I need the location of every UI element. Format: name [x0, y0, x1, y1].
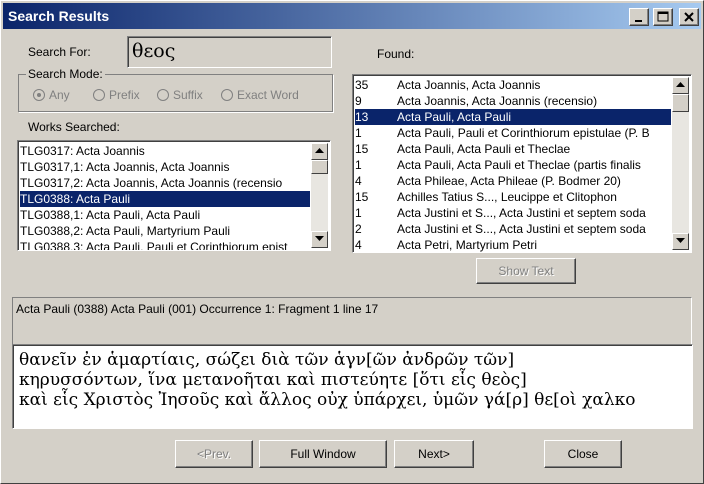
window-title: Search Results — [8, 8, 110, 24]
scroll-up-button[interactable] — [311, 143, 328, 160]
close-window-button[interactable] — [679, 8, 699, 26]
list-item[interactable]: 15 Achilles Tatius S..., Leucippe et Clit… — [355, 189, 671, 205]
works-searched-list[interactable]: TLG0317: Acta Joannis TLG0317,1: Acta Jo… — [17, 140, 331, 251]
list-item[interactable]: 9 Acta Joannis, Acta Joannis (recensio) — [355, 93, 671, 109]
list-item[interactable]: TLG0388,3: Acta Pauli, Pauli et Corinthi… — [20, 239, 310, 250]
list-item[interactable]: 2 Acta Justini et S..., Acta Justini et s… — [355, 221, 671, 237]
search-term-value: θεος — [132, 40, 176, 62]
scroll-thumb[interactable] — [311, 160, 328, 174]
list-item[interactable]: 4 Acta Petri, Martyrium Petri — [355, 237, 671, 252]
works-searched-label: Works Searched: — [28, 120, 120, 134]
close-button[interactable]: Close — [544, 440, 622, 468]
search-mode-label: Search Mode: — [26, 67, 105, 81]
list-item[interactable]: 35 Acta Joannis, Acta Joannis — [355, 77, 671, 93]
list-item[interactable]: 1 Acta Pauli, Acta Pauli et Theclae (part… — [355, 157, 671, 173]
radio-exact-word[interactable]: Exact Word — [221, 88, 299, 102]
text-line: καὶ εἷς Χριστὸς Ἰησοῦς καὶ ἄλλος οὐχ ὑπά… — [19, 390, 636, 410]
list-item[interactable]: 1 Acta Justini et S..., Acta Justini et s… — [355, 205, 671, 221]
list-item[interactable]: 1 Acta Pauli, Pauli et Corinthiorum epist… — [355, 125, 671, 141]
list-item[interactable]: 4 Acta Phileae, Acta Phileae (P. Bodmer 2… — [355, 173, 671, 189]
list-item[interactable]: TLG0317,1: Acta Joannis, Acta Joannis — [20, 159, 310, 175]
occurrence-header-panel: Acta Pauli (0388) Acta Pauli (001) Occur… — [12, 297, 692, 345]
search-term-field: θεος — [127, 36, 332, 68]
occurrence-text-panel[interactable]: θανεῖν ἐν ἁμαρτίαις, σώζει διὰ τῶν ἁγν[ῶ… — [12, 344, 693, 429]
radio-any[interactable]: Any — [33, 88, 70, 102]
found-scrollbar[interactable] — [672, 77, 689, 250]
full-window-button[interactable]: Full Window — [259, 440, 387, 468]
radio-prefix[interactable]: Prefix — [93, 88, 140, 102]
show-text-button[interactable]: Show Text — [476, 258, 576, 284]
found-label: Found: — [377, 47, 415, 61]
search-for-label: Search For: — [28, 45, 91, 59]
list-item[interactable]: TLG0317,2: Acta Joannis, Acta Joannis (r… — [20, 175, 310, 191]
list-item[interactable]: TLG0388,2: Acta Pauli, Martyrium Pauli — [20, 223, 310, 239]
arrow-down-icon — [676, 238, 685, 243]
title-bar[interactable]: Search Results — [3, 3, 701, 29]
occurrence-header: Acta Pauli (0388) Acta Pauli (001) Occur… — [16, 302, 379, 316]
list-item-selected[interactable]: 13 Acta Pauli, Acta Pauli — [355, 109, 671, 125]
list-item[interactable]: TLG0317: Acta Joannis — [20, 143, 310, 159]
works-scrollbar[interactable] — [311, 143, 328, 248]
arrow-down-icon — [315, 236, 324, 241]
minimize-icon — [635, 20, 642, 22]
text-line: θανεῖν ἐν ἁμαρτίαις, σώζει διὰ τῶν ἁγν[ῶ… — [19, 350, 515, 370]
text-line: κηρυσσόντων, ἵνα μετανοῆται καὶ πιστεύητ… — [19, 370, 527, 390]
list-item[interactable]: 15 Acta Pauli, Acta Pauli et Theclae — [355, 141, 671, 157]
scroll-down-button[interactable] — [672, 233, 689, 250]
arrow-up-icon — [676, 82, 685, 87]
minimize-button[interactable] — [629, 8, 649, 26]
search-results-window: Search Results Search For: θεος Search M… — [0, 0, 704, 484]
list-item-selected[interactable]: TLG0388: Acta Pauli — [20, 191, 310, 207]
list-item[interactable]: TLG0388,1: Acta Pauli, Acta Pauli — [20, 207, 310, 223]
next-button[interactable]: Next> — [394, 440, 474, 468]
close-icon — [684, 12, 694, 22]
maximize-icon — [657, 11, 669, 22]
prev-button[interactable]: <Prev. — [175, 440, 253, 468]
arrow-up-icon — [315, 148, 324, 153]
scroll-thumb[interactable] — [672, 94, 689, 112]
maximize-button[interactable] — [653, 8, 673, 26]
scroll-up-button[interactable] — [672, 77, 689, 94]
radio-suffix[interactable]: Suffix — [157, 88, 203, 102]
scroll-down-button[interactable] — [311, 231, 328, 248]
found-list[interactable]: 35 Acta Joannis, Acta Joannis 9 Acta Joann… — [352, 74, 692, 253]
